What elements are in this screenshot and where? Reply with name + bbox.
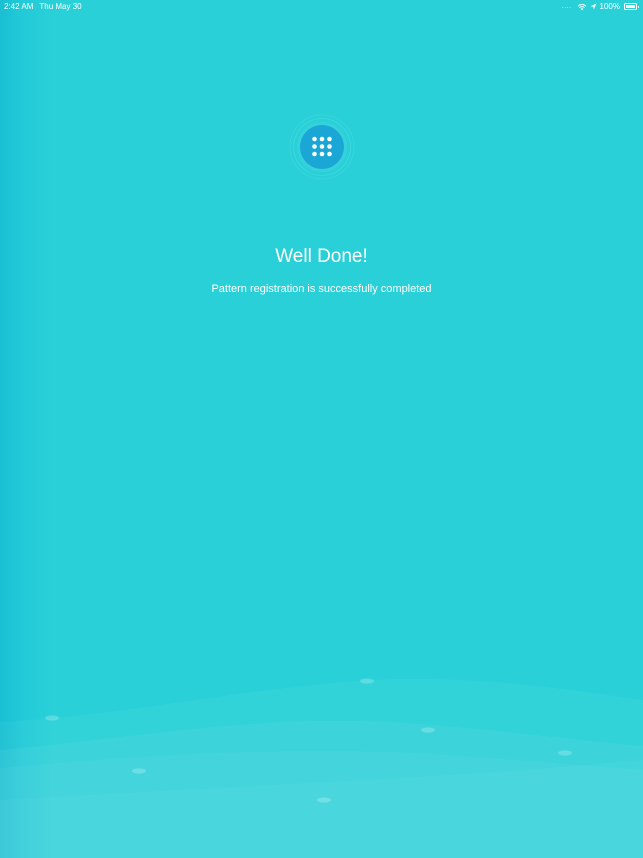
wave-background <box>0 678 643 858</box>
battery-cap <box>637 5 639 8</box>
screen: 2:42 AM Thu May 30 .... 100% Well Done! … <box>0 0 643 858</box>
battery-percent: 100% <box>599 2 620 11</box>
page-title: Well Done! <box>275 246 368 267</box>
signal-dots-icon: .... <box>561 3 572 10</box>
location-arrow-icon <box>590 3 597 10</box>
status-bar-right: .... 100% <box>561 0 639 13</box>
status-bar: 2:42 AM Thu May 30 .... 100% <box>0 0 643 13</box>
battery-fill <box>626 5 635 8</box>
wifi-icon <box>577 3 586 10</box>
status-bar-left: 2:42 AM Thu May 30 <box>4 0 82 13</box>
status-time: 2:42 AM <box>4 2 34 11</box>
page-subtitle: Pattern registration is successfully com… <box>211 283 432 295</box>
keypad-grid-icon <box>289 114 355 180</box>
battery-icon <box>624 3 639 10</box>
status-date: Thu May 30 <box>39 2 82 11</box>
